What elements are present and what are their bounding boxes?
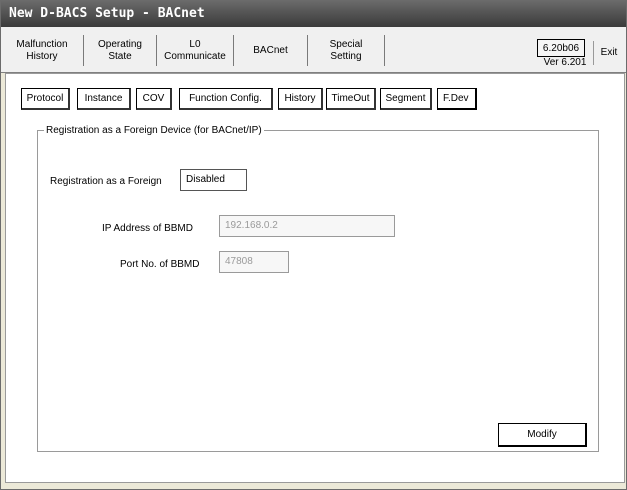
tab-history[interactable]: History: [278, 88, 323, 110]
tab-l0-communicate[interactable]: L0 Communicate: [157, 35, 234, 66]
tab-malfunction-history[interactable]: Malfunction History: [1, 35, 84, 66]
port-label: Port No. of BBMD: [120, 259, 200, 270]
port-field[interactable]: 47808: [219, 251, 289, 273]
ip-address-label: IP Address of BBMD: [102, 223, 193, 234]
tab-timeout[interactable]: TimeOut: [326, 88, 376, 110]
tab-operating-state[interactable]: Operating State: [84, 35, 157, 66]
app-window: New D-BACS Setup - BACnet Malfunction Hi…: [0, 0, 627, 490]
version-build: 6.20b06: [537, 39, 585, 57]
group-title: Registration as a Foreign Device (for BA…: [44, 125, 264, 137]
window-title: New D-BACS Setup - BACnet: [1, 1, 626, 27]
settings-panel: Protocol Instance COV Function Config. H…: [5, 73, 625, 483]
ip-address-field[interactable]: 192.168.0.2: [219, 215, 395, 237]
version-label: Ver 6.201: [543, 57, 587, 68]
tab-protocol[interactable]: Protocol: [21, 88, 70, 110]
top-tab-bar: Malfunction History Operating State L0 C…: [1, 27, 626, 73]
modify-button[interactable]: Modify: [498, 423, 587, 447]
tab-cov[interactable]: COV: [136, 88, 172, 110]
exit-button[interactable]: Exit: [593, 41, 624, 65]
tab-function-config[interactable]: Function Config.: [179, 88, 273, 110]
tab-bacnet[interactable]: BACnet: [234, 35, 308, 66]
tab-f-dev[interactable]: F.Dev: [437, 88, 477, 110]
registration-select[interactable]: Disabled: [180, 169, 247, 191]
tab-special-setting[interactable]: Special Setting: [308, 35, 385, 66]
tab-instance[interactable]: Instance: [77, 88, 131, 110]
tab-segment[interactable]: Segment: [380, 88, 432, 110]
registration-label: Registration as a Foreign: [50, 176, 162, 187]
